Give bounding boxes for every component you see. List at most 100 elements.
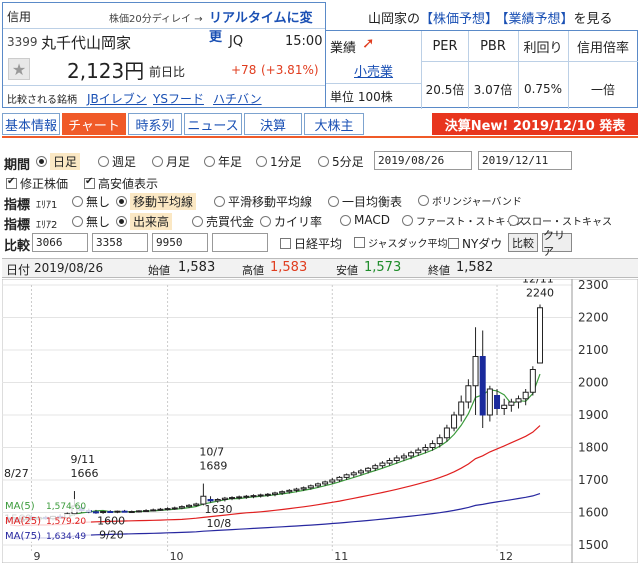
candle-body	[494, 395, 501, 409]
compare-link-2[interactable]: ハチバン	[213, 90, 262, 107]
highlow-checkbox[interactable]: 高安値表示	[84, 175, 158, 192]
close-label: 終値	[428, 264, 450, 277]
y-tick-label: 1600	[578, 506, 609, 520]
candle-body	[135, 510, 142, 513]
candle-body	[443, 427, 450, 439]
compare-code-4[interactable]	[212, 233, 268, 252]
chart-annotation: 1666	[70, 467, 98, 480]
nikkei-checkbox[interactable]: 日経平均	[280, 235, 342, 252]
candle-body	[465, 385, 472, 403]
candle-body	[515, 398, 522, 403]
forecast-prefix: 山岡家の	[368, 12, 421, 27]
candle-body	[386, 460, 393, 464]
candle-body	[393, 457, 400, 461]
compare-code-3[interactable]	[152, 233, 208, 252]
earnings-announcement-banner[interactable]: 決算New! 2019/12/10 発表	[432, 113, 638, 135]
period-5min[interactable]: 5分足	[318, 153, 364, 170]
candle-body	[307, 485, 314, 489]
period-label: 期間	[4, 158, 31, 173]
candle-body	[343, 474, 350, 478]
pbr-value: 3.07倍	[473, 82, 513, 97]
y-tick-label: 1700	[578, 473, 609, 487]
margin-ratio-value: 一倍	[590, 82, 615, 97]
period-yearly[interactable]: 年足	[204, 153, 242, 170]
candle-body	[150, 509, 157, 512]
unit-label: 単位 100株	[330, 90, 393, 104]
ma-legend-label: MA(25)	[5, 516, 41, 527]
area2-macd[interactable]: MACD	[340, 213, 390, 227]
price-change: +78	[231, 63, 257, 77]
high-value: 1,583	[270, 260, 308, 275]
forecast-suffix: を見る	[573, 12, 613, 27]
ma-legend-value: 1,574.60	[46, 502, 86, 512]
area1-bollinger[interactable]: ボリンジャーバンド	[418, 193, 522, 208]
candle-body	[508, 401, 515, 406]
chart-annotation: 8/27	[4, 467, 29, 480]
clear-button[interactable]: クリア	[542, 229, 572, 258]
compare-code-2[interactable]	[92, 233, 148, 252]
candle-body	[408, 452, 415, 457]
current-price: 2,123円	[67, 59, 145, 83]
margin-ratio-label: 信用倍率	[576, 40, 629, 56]
candle-body	[536, 307, 544, 364]
ma-legend-value: 1,579.20	[46, 517, 86, 527]
period-1min[interactable]: 1分足	[256, 153, 302, 170]
sector-link[interactable]: 小売業	[354, 61, 393, 80]
nydow-checkbox[interactable]: NYダウ	[448, 235, 502, 252]
y-tick-label: 2200	[578, 311, 609, 325]
candle-body	[171, 507, 178, 510]
area2-none[interactable]: 無し	[72, 213, 110, 230]
tab-major-shareholders[interactable]: 大株主	[304, 113, 364, 135]
candle-body	[100, 511, 107, 514]
favorite-star-icon[interactable]: ★	[8, 58, 30, 80]
compare-link-0[interactable]: JBイレブン	[87, 90, 147, 107]
date-to-input[interactable]	[478, 151, 572, 170]
period-daily[interactable]: 日足	[36, 153, 81, 170]
chart-annotation: 9/20	[99, 529, 124, 542]
tab-timeseries[interactable]: 時系列	[128, 113, 182, 135]
y-tick-label: 1500	[578, 538, 609, 552]
stock-title-row: 3399 丸千代山岡家 JQ 15:00	[3, 30, 325, 54]
area1-smoothed-ma[interactable]: 平滑移動平均線	[214, 193, 312, 210]
candle-body	[121, 510, 128, 513]
indicator-label-1: 指標	[4, 198, 31, 213]
y-tick-label: 2000	[578, 376, 609, 390]
price-chart[interactable]: 1500 1600 1700 1800 1900 2000 2100 2200 2300 9 10 1…	[2, 279, 638, 563]
yield-value: 0.75%	[523, 82, 563, 96]
pbr-label: PBR	[480, 38, 506, 54]
area2-turnover[interactable]: 売買代金	[192, 213, 254, 230]
area1-none[interactable]: 無し	[72, 193, 110, 210]
candle-body	[458, 401, 465, 416]
jasdaq-checkbox[interactable]: ジャスダック平均	[354, 235, 448, 250]
y-tick-label: 2300	[578, 279, 609, 292]
area2-deviation[interactable]: カイリ率	[260, 213, 322, 230]
compare-button[interactable]: 比較	[508, 233, 538, 252]
tab-basic-info[interactable]: 基本情報	[2, 113, 60, 135]
period-weekly[interactable]: 週足	[98, 153, 136, 170]
date-value: 2019/08/26	[34, 261, 104, 275]
stock-forecast-link[interactable]: 【株価予想】	[420, 12, 498, 27]
area1-ichimoku[interactable]: 一目均衡表	[328, 193, 402, 210]
compare-link-1[interactable]: YSフード	[153, 90, 204, 107]
period-monthly[interactable]: 月足	[152, 153, 190, 170]
metrics-panel: 業績 ➚ 小売業 単位 100株 PER PBR 利回り 信用倍率 20.5倍 …	[326, 30, 638, 109]
area1-moving-average[interactable]: 移動平均線	[116, 193, 197, 210]
ma-legend-label: MA(75)	[5, 531, 41, 542]
sector-cell: 業績 ➚ 小売業 単位 100株	[326, 31, 422, 109]
date-from-input[interactable]	[374, 151, 472, 170]
low-value: 1,573	[364, 260, 402, 275]
forecast-header: 山岡家の【株価予想】 【業績予想】を見る	[368, 8, 613, 27]
area2-volume[interactable]: 出来高	[116, 213, 173, 230]
tab-chart[interactable]: チャート	[62, 113, 126, 135]
compare-code-1[interactable]	[32, 233, 88, 252]
compare-stocks-row: 比較される銘柄 JBイレブン YSフード ハチバン	[3, 85, 325, 107]
tab-news[interactable]: ニュース	[184, 113, 242, 135]
candle-body	[164, 508, 171, 511]
area2-fast-stochastic[interactable]: ファースト・ストキャス	[402, 213, 526, 228]
earnings-forecast-link[interactable]: 【業績予想】	[502, 12, 574, 27]
chart-annotation: 9/11	[70, 453, 95, 466]
tab-earnings[interactable]: 決算	[244, 113, 302, 135]
stock-code: 3399	[7, 35, 38, 49]
adjusted-price-checkbox[interactable]: 修正株価	[6, 175, 68, 192]
delay-note: 株価20分ディレイ →	[109, 14, 203, 25]
